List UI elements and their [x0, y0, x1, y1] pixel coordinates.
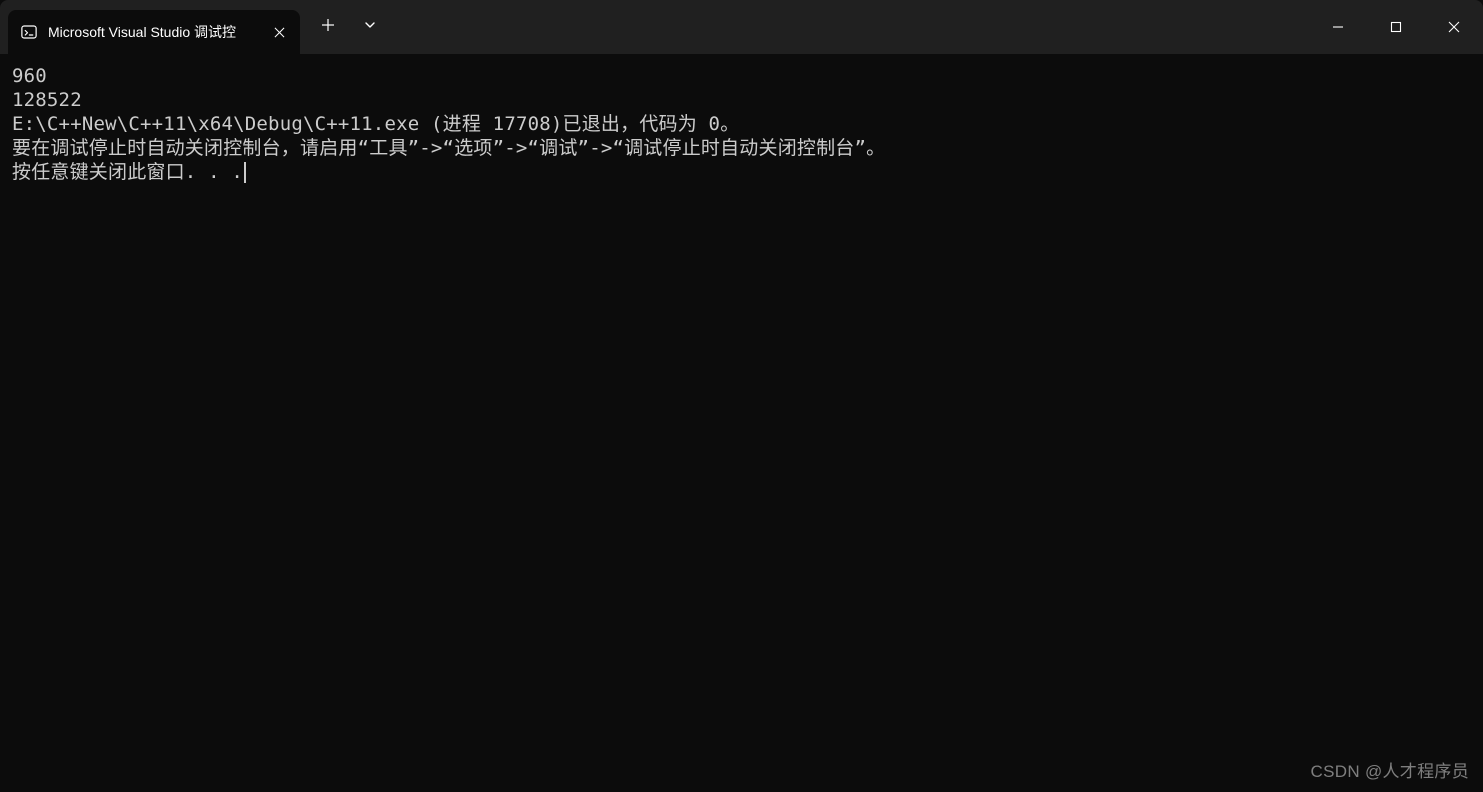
console-line: 128522: [12, 88, 1471, 112]
console-line: E:\C++New\C++11\x64\Debug\C++11.exe (进程 …: [12, 112, 1471, 136]
close-window-button[interactable]: [1425, 0, 1483, 54]
titlebar: Microsoft Visual Studio 调试控: [0, 0, 1483, 54]
tab-active[interactable]: Microsoft Visual Studio 调试控: [8, 10, 300, 54]
tab-dropdown-button[interactable]: [352, 8, 388, 42]
window-controls: [1309, 0, 1483, 54]
watermark: CSDN @人才程序员: [1311, 757, 1469, 782]
console-line: 960: [12, 64, 1471, 88]
titlebar-drag-area[interactable]: [388, 0, 1309, 54]
tab-title: Microsoft Visual Studio 调试控: [48, 22, 260, 42]
console-prompt-text: 按任意键关闭此窗口. . .: [12, 161, 243, 183]
tab-strip: Microsoft Visual Studio 调试控: [0, 0, 300, 54]
minimize-button[interactable]: [1309, 0, 1367, 54]
console-output[interactable]: 960 128522 E:\C++New\C++11\x64\Debug\C++…: [0, 54, 1483, 194]
console-line: 要在调试停止时自动关闭控制台，请启用“工具”->“选项”->“调试”->“调试停…: [12, 136, 1471, 160]
console-line: 按任意键关闭此窗口. . .: [12, 160, 246, 184]
text-cursor: [244, 162, 246, 183]
terminal-icon: [20, 23, 38, 41]
close-tab-button[interactable]: [270, 23, 288, 41]
new-tab-button[interactable]: [310, 8, 346, 42]
maximize-button[interactable]: [1367, 0, 1425, 54]
